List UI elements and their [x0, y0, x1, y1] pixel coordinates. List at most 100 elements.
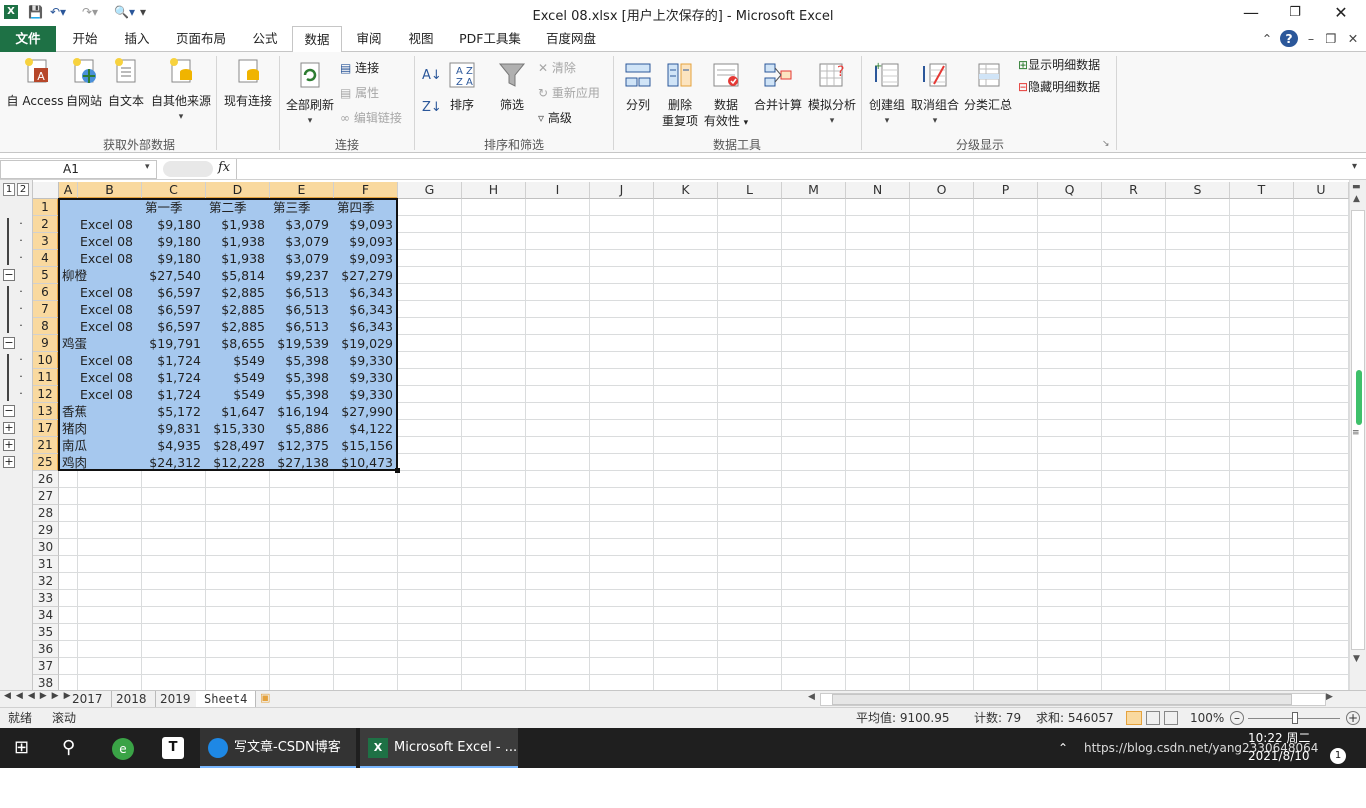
- outline-level-2-button[interactable]: 2: [17, 183, 29, 196]
- dialog-launcher-icon[interactable]: ↘: [1102, 136, 1110, 152]
- row-header[interactable]: 33: [33, 590, 59, 607]
- column-header-e[interactable]: E: [270, 182, 334, 199]
- zoom-in-icon[interactable]: +: [1346, 711, 1360, 725]
- close-icon[interactable]: ✕: [1318, 0, 1364, 26]
- browser-360-icon[interactable]: e: [112, 738, 134, 760]
- select-all-corner[interactable]: [33, 182, 59, 199]
- column-header-r[interactable]: R: [1102, 182, 1166, 199]
- row-header[interactable]: 25: [33, 454, 59, 471]
- row-header[interactable]: 32: [33, 573, 59, 590]
- row-header[interactable]: 31: [33, 556, 59, 573]
- column-header-n[interactable]: N: [846, 182, 910, 199]
- row-header[interactable]: 26: [33, 471, 59, 488]
- search-icon[interactable]: ⚲: [62, 728, 75, 768]
- row-header[interactable]: 7: [33, 301, 59, 318]
- column-header-l[interactable]: L: [718, 182, 782, 199]
- column-header-a[interactable]: A: [59, 182, 78, 199]
- sheet-tab-sheet4[interactable]: Sheet4: [196, 691, 257, 708]
- normal-view-icon[interactable]: [1126, 711, 1142, 725]
- name-box[interactable]: A1: [0, 160, 157, 179]
- windows-start-icon[interactable]: ⊞: [14, 728, 29, 768]
- row-header[interactable]: 5: [33, 267, 59, 284]
- from-access-button[interactable]: A 自 Access: [4, 56, 66, 109]
- subtotal-button[interactable]: 分类汇总: [962, 60, 1014, 113]
- column-header-d[interactable]: D: [206, 182, 270, 199]
- row-header[interactable]: 1: [33, 199, 59, 216]
- row-header[interactable]: 29: [33, 522, 59, 539]
- name-box-dropdown-icon[interactable]: ▾: [145, 162, 150, 172]
- row-header[interactable]: 34: [33, 607, 59, 624]
- taskbar-app-excel[interactable]: X Microsoft Excel - ...: [360, 728, 518, 768]
- row-header[interactable]: 3: [33, 233, 59, 250]
- column-header-u[interactable]: U: [1294, 182, 1349, 199]
- sheet-tab-2018[interactable]: 2018: [108, 691, 156, 708]
- row-header[interactable]: 4: [33, 250, 59, 267]
- sort-descending-icon[interactable]: Z↓: [422, 100, 442, 116]
- column-header-q[interactable]: Q: [1038, 182, 1102, 199]
- help-icon[interactable]: ?: [1280, 30, 1298, 47]
- column-header-m[interactable]: M: [782, 182, 846, 199]
- doc-minimize-icon[interactable]: –: [1304, 26, 1318, 52]
- tab-formulas[interactable]: 公式: [240, 26, 290, 52]
- row-header[interactable]: 12: [33, 386, 59, 403]
- column-header-h[interactable]: H: [462, 182, 526, 199]
- column-header-g[interactable]: G: [398, 182, 462, 199]
- tray-chevron-icon[interactable]: ⌃: [1058, 728, 1068, 768]
- outline-expand-icon[interactable]: +: [3, 456, 15, 468]
- scroll-down-icon[interactable]: ▼: [1353, 654, 1360, 664]
- row-header[interactable]: 27: [33, 488, 59, 505]
- column-header-b[interactable]: B: [78, 182, 142, 199]
- row-header[interactable]: 21: [33, 437, 59, 454]
- notification-icon[interactable]: 1: [1330, 748, 1346, 764]
- data-validation-button[interactable]: 数据 有效性 ▾: [702, 60, 750, 131]
- column-header-c[interactable]: C: [142, 182, 206, 199]
- show-detail-button[interactable]: ⊞显示明细数据: [1018, 57, 1100, 73]
- taskbar-app-edge[interactable]: 写文章-CSDN博客 ...: [200, 728, 356, 795]
- vertical-scrollbar[interactable]: ▬ ▲ ≡ ▼: [1349, 180, 1366, 690]
- advanced-filter-button[interactable]: ▿ 高级: [538, 110, 572, 126]
- scroll-right-icon[interactable]: ▶: [1326, 692, 1333, 702]
- fill-handle[interactable]: [395, 468, 400, 473]
- reapply-button[interactable]: ↻ 重新应用: [538, 85, 600, 101]
- column-header-s[interactable]: S: [1166, 182, 1230, 199]
- zoom-out-icon[interactable]: –: [1230, 711, 1244, 725]
- row-header[interactable]: 28: [33, 505, 59, 522]
- doc-close-icon[interactable]: ✕: [1346, 26, 1360, 52]
- column-header-t[interactable]: T: [1230, 182, 1294, 199]
- sheet-tab-2017[interactable]: 2017: [64, 691, 112, 708]
- insert-sheet-icon[interactable]: ▣: [260, 691, 270, 704]
- page-break-view-icon[interactable]: [1164, 711, 1178, 725]
- formula-input[interactable]: [236, 159, 1348, 179]
- sort-button[interactable]: AZZA 排序: [444, 60, 480, 113]
- scroll-thumb[interactable]: [1356, 370, 1362, 425]
- tab-baidu-pan[interactable]: 百度网盘: [536, 26, 606, 52]
- column-header-i[interactable]: I: [526, 182, 590, 199]
- column-header-f[interactable]: F: [334, 182, 398, 199]
- row-header[interactable]: 35: [33, 624, 59, 641]
- scroll-up-icon[interactable]: ▲: [1353, 194, 1360, 204]
- horizontal-scroll-thumb[interactable]: [832, 694, 1292, 705]
- edit-links-button[interactable]: ∞ 编辑链接: [340, 110, 402, 126]
- worksheet-grid[interactable]: 1 2 ABCDEFGHIJKLMNOPQRSTU 1 2 3 4 5 6 7 8 9 10 11 1…: [0, 180, 1366, 690]
- remove-duplicates-button[interactable]: 删除 重复项: [660, 60, 700, 129]
- expand-formula-bar-icon[interactable]: ▾: [1352, 161, 1357, 172]
- outline-collapse-icon[interactable]: −: [3, 405, 15, 417]
- row-header[interactable]: 30: [33, 539, 59, 556]
- text-to-columns-button[interactable]: 分列: [620, 60, 656, 113]
- scroll-left-icon[interactable]: ◀: [808, 692, 815, 702]
- connections-button[interactable]: ▤ 连接: [340, 60, 379, 76]
- outline-collapse-icon[interactable]: −: [3, 337, 15, 349]
- split-box-icon[interactable]: ▬: [1352, 182, 1361, 192]
- outline-expand-icon[interactable]: +: [3, 439, 15, 451]
- row-header[interactable]: 13: [33, 403, 59, 420]
- tab-pdf-tools[interactable]: PDF工具集: [452, 26, 528, 52]
- insert-function-button[interactable]: fx: [218, 160, 230, 175]
- tab-view[interactable]: 视图: [396, 26, 446, 52]
- row-header[interactable]: 10: [33, 352, 59, 369]
- minimize-icon[interactable]: —: [1228, 0, 1274, 26]
- row-header[interactable]: 36: [33, 641, 59, 658]
- ungroup-button[interactable]: 取消组合 ▾: [910, 60, 960, 129]
- row-header[interactable]: 6: [33, 284, 59, 301]
- tab-file[interactable]: 文件: [0, 26, 56, 52]
- page-layout-view-icon[interactable]: [1146, 711, 1160, 725]
